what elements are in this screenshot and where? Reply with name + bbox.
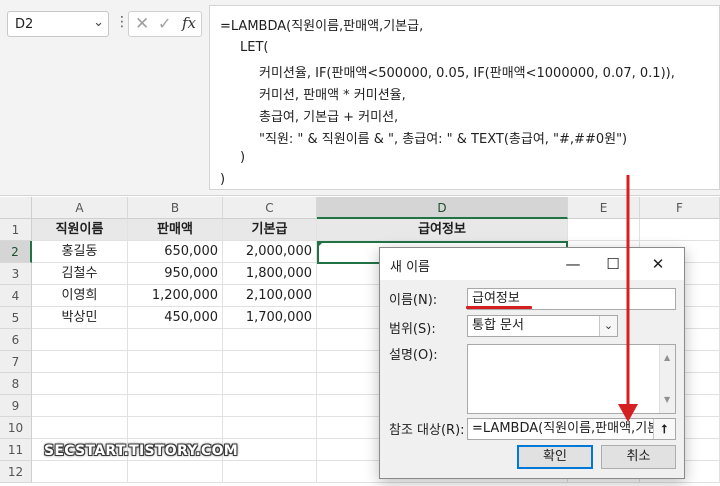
annotation-underline [466, 306, 532, 309]
row-header[interactable]: 12 [0, 461, 32, 483]
row-header[interactable]: 11 [0, 439, 32, 461]
table-cell[interactable]: 박상민 [32, 307, 128, 329]
ok-button[interactable]: 확인 [517, 445, 593, 469]
empty-cell[interactable] [223, 351, 317, 373]
refers-to-value: =LAMBDA(직원이름,판매액,기본급 [472, 421, 672, 436]
empty-cell[interactable] [223, 395, 317, 417]
select-all-corner[interactable] [0, 197, 32, 219]
column-header-c[interactable]: C [223, 197, 317, 219]
row-header[interactable]: 3 [0, 263, 32, 285]
row-header[interactable]: 10 [0, 417, 32, 439]
empty-cell[interactable] [128, 395, 223, 417]
refers-to-field[interactable]: =LAMBDA(직원이름,판매액,기본급 ⭡ [467, 418, 676, 440]
row-header[interactable]: 6 [0, 329, 32, 351]
table-cell[interactable]: 김철수 [32, 263, 128, 285]
table-cell[interactable]: 2,100,000 [223, 285, 317, 307]
comment-label: 설명(O): [389, 348, 438, 363]
column-header-a[interactable]: A [32, 197, 128, 219]
empty-cell[interactable] [128, 373, 223, 395]
empty-cell[interactable] [223, 373, 317, 395]
row-header[interactable]: 7 [0, 351, 32, 373]
watermark: SECSTART.TISTORY.COM [44, 443, 239, 459]
cancel-icon[interactable]: ✕ [135, 14, 149, 34]
empty-cell[interactable] [223, 417, 317, 439]
scope-select[interactable]: 통합 문서 ⌄ [467, 315, 618, 337]
name-label: 이름(N): [389, 293, 438, 308]
empty-cell[interactable] [32, 417, 128, 439]
scope-value: 통합 문서 [472, 318, 524, 333]
new-name-dialog: 새 이름 — ☐ ✕ 이름(N): 급여정보 범위(S): 통합 문서 ⌄ 설명… [379, 247, 685, 479]
more-options-icon[interactable]: ⋮ [115, 14, 129, 30]
column-header-e[interactable]: E [568, 197, 640, 219]
row-header[interactable]: 8 [0, 373, 32, 395]
formula-line: =LAMBDA(직원이름,판매액,기본급, [220, 19, 424, 34]
formula-input[interactable]: =LAMBDA(직원이름,판매액,기본급, LET( 커미션율, IF(판매액<… [209, 5, 720, 190]
table-cell[interactable]: 450,000 [128, 307, 223, 329]
minimize-icon[interactable]: — [558, 251, 588, 277]
empty-cell[interactable] [32, 395, 128, 417]
table-cell[interactable]: 2,000,000 [223, 241, 317, 263]
empty-cell[interactable] [128, 417, 223, 439]
empty-cell[interactable] [128, 461, 223, 483]
collapse-dialog-icon[interactable]: ⭡ [653, 419, 675, 439]
close-icon[interactable]: ✕ [643, 251, 673, 277]
row-header[interactable]: 4 [0, 285, 32, 307]
cancel-button[interactable]: 취소 [601, 445, 676, 469]
comment-textarea[interactable]: ▲ ▼ [467, 344, 676, 414]
table-cell[interactable]: 950,000 [128, 263, 223, 285]
comment-scrollbar[interactable]: ▲ ▼ [659, 345, 675, 413]
formula-line: 커미션율, IF(판매액<500000, 0.05, IF(판매액<100000… [259, 66, 675, 81]
table-cell[interactable]: 1,700,000 [223, 307, 317, 329]
insert-function-icon[interactable]: fx [182, 14, 196, 32]
dialog-title: 새 이름 [390, 260, 431, 275]
formula-line: ) [240, 150, 246, 165]
empty-cell[interactable] [32, 329, 128, 351]
maximize-icon[interactable]: ☐ [598, 251, 628, 277]
enter-icon[interactable]: ✓ [158, 14, 171, 33]
row-header[interactable]: 5 [0, 307, 32, 329]
name-box-value: D2 [15, 17, 34, 32]
formula-buttons: ✕ ✓ fx [128, 11, 202, 37]
row-header[interactable]: 1 [0, 219, 32, 241]
name-box[interactable]: D2 ⌄ [7, 11, 109, 37]
cell-f1[interactable] [640, 219, 720, 241]
scope-label: 범위(S): [389, 322, 436, 337]
column-header-d[interactable]: D [317, 197, 568, 219]
cell-d1[interactable]: 급여정보 [317, 219, 568, 241]
table-cell[interactable]: 1,800,000 [223, 263, 317, 285]
cell-a1[interactable]: 직원이름 [32, 219, 128, 241]
empty-cell[interactable] [32, 351, 128, 373]
column-header-b[interactable]: B [128, 197, 223, 219]
chevron-down-icon[interactable]: ⌄ [599, 316, 617, 336]
table-cell[interactable]: 650,000 [128, 241, 223, 263]
error-indicator-icon [318, 242, 323, 247]
table-cell[interactable]: 1,200,000 [128, 285, 223, 307]
formula-line: 총급여, 기본급 + 커미션, [259, 110, 399, 125]
empty-cell[interactable] [223, 329, 317, 351]
refers-to-label: 참조 대상(R): [389, 423, 465, 438]
formula-line: "직원: " & 직원이름 & ", 총급여: " & TEXT(총급여, "#… [259, 132, 628, 147]
scroll-down-icon[interactable]: ▼ [664, 390, 670, 410]
empty-cell[interactable] [32, 373, 128, 395]
cell-b1[interactable]: 판매액 [128, 219, 223, 241]
row-header[interactable]: 2 [0, 241, 32, 263]
empty-cell[interactable] [223, 461, 317, 483]
dialog-titlebar[interactable]: 새 이름 — ☐ ✕ [380, 248, 684, 280]
formula-line: ) [220, 172, 226, 187]
cell-e1[interactable] [568, 219, 640, 241]
formula-line: LET( [240, 40, 269, 55]
empty-cell[interactable] [128, 351, 223, 373]
cell-c1[interactable]: 기본급 [223, 219, 317, 241]
column-header-f[interactable]: F [640, 197, 720, 219]
table-cell[interactable]: 이영희 [32, 285, 128, 307]
row-header[interactable]: 9 [0, 395, 32, 417]
empty-cell[interactable] [128, 329, 223, 351]
chevron-down-icon[interactable]: ⌄ [93, 15, 104, 30]
scroll-up-icon[interactable]: ▲ [664, 348, 670, 368]
formula-line: 커미션, 판매액 * 커미션율, [259, 88, 406, 103]
table-cell[interactable]: 홍길동 [32, 241, 128, 263]
empty-cell[interactable] [32, 461, 128, 483]
